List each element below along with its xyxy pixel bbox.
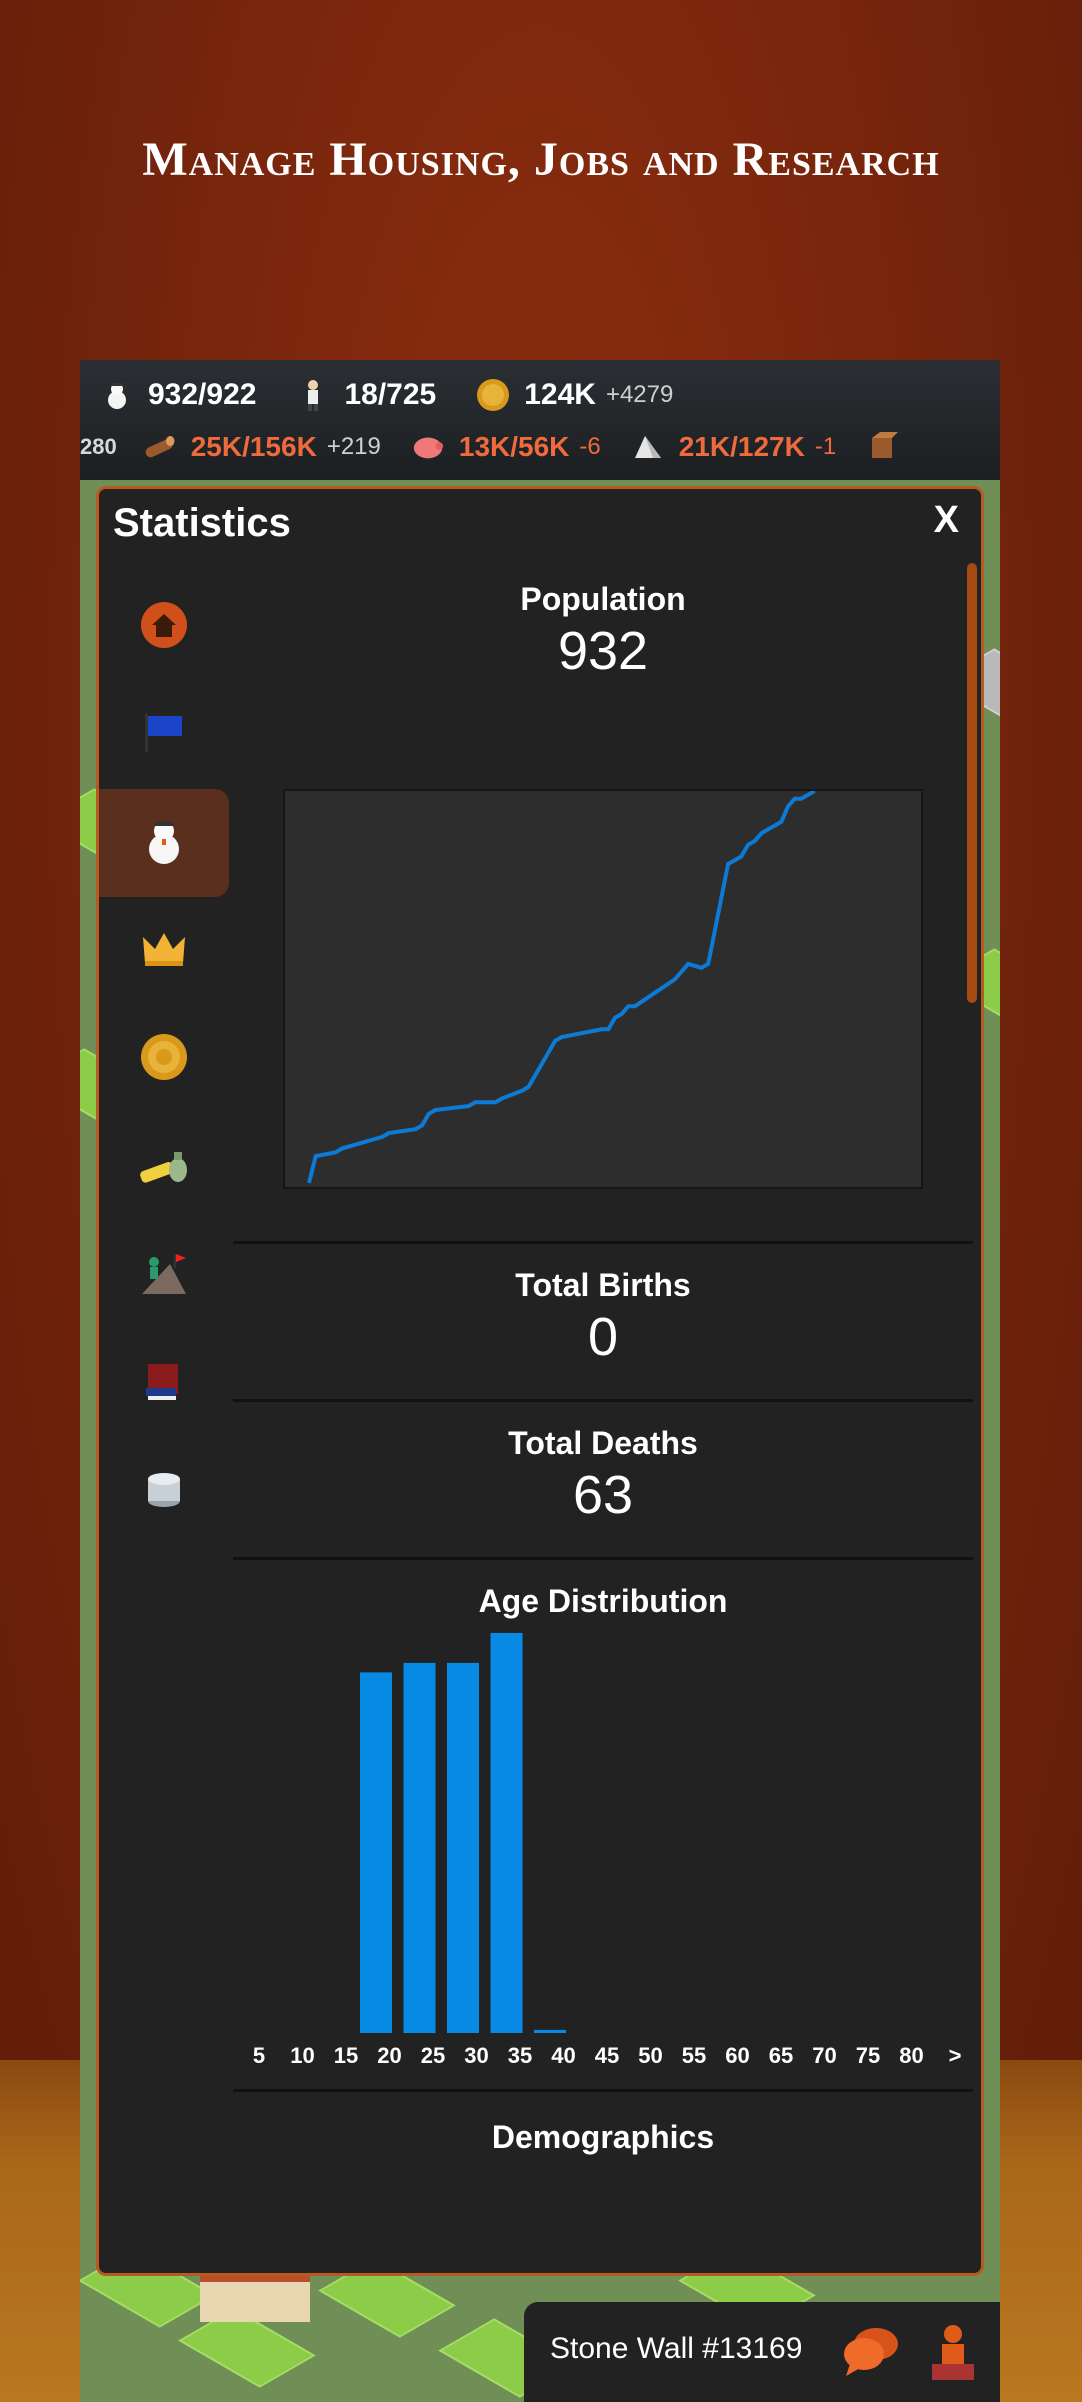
age-distribution-chart [360,1633,566,2033]
stone-resource[interactable]: 21K/127K -1 [631,430,836,464]
promo-headline: Manage Housing, Jobs and Research [142,133,940,186]
tab-resources[interactable] [99,1113,229,1221]
builder-icon[interactable] [930,2320,976,2387]
age-bar-30 [490,1633,523,2033]
tab-treasury[interactable] [99,1437,229,1545]
stone-icon [631,430,665,464]
snowman-icon [100,378,134,412]
selected-building-name: Stone Wall #13169 [550,2332,803,2365]
age-bar-20 [403,1662,436,2033]
age-tick-label: 25 [420,2043,446,2068]
crown-icon [141,929,187,974]
age-bar-35 [534,2029,566,2033]
worker-icon [296,378,330,412]
divider [233,1557,973,1560]
population-resource[interactable]: 932/922 [100,378,256,412]
tab-research[interactable] [99,1329,229,1437]
age-distribution-label: Age Distribution [478,1583,728,1619]
age-tick-label: 65 [768,2043,794,2068]
workers-resource[interactable]: 18/725 [296,378,436,412]
tab-nobility[interactable] [99,897,229,1005]
age-tick-label: 10 [290,2043,315,2068]
population-value: 932 [557,621,649,681]
age-bar-15 [360,1672,392,2033]
age-tick-label: 30 [464,2043,489,2068]
demographics-label: Demographics [491,2119,715,2155]
population-series-line [307,789,816,1184]
chat-bubbles-icon[interactable] [842,2324,900,2383]
next-resource[interactable] [866,430,914,464]
coin-icon [140,1033,188,1086]
panel-title: Statistics [113,501,291,545]
close-button[interactable]: X [934,499,959,542]
tab-housing[interactable] [99,573,229,681]
resource-bar: 932/922 18/725 124K +4279 280 25K/156K +… [80,360,1000,480]
map-building [200,2272,310,2322]
resource-cut-value: 280 [80,434,117,459]
wood-resource[interactable]: 25K/156K +219 [143,430,381,464]
age-tick-label: > [948,2043,962,2068]
total-births-label: Total Births [515,1267,691,1303]
age-tick-label: 20 [377,2043,402,2068]
total-deaths-label: Total Deaths [508,1425,698,1461]
selection-bar[interactable]: Stone Wall #13169 [524,2302,1000,2402]
age-tick-label: 15 [333,2043,359,2068]
tab-economy[interactable] [99,1005,229,1113]
population-chart [283,789,923,1189]
gold-resource[interactable]: 124K +4279 [476,378,673,412]
food-resource[interactable]: 13K/56K -6 [411,430,601,464]
population-label: Population [520,581,686,617]
tab-progress[interactable] [99,1221,229,1329]
tab-population[interactable] [99,789,229,897]
coins-stack-icon [142,1467,186,1516]
age-tick-label: 80 [899,2043,924,2068]
bread-resources-icon [138,1144,190,1191]
age-tick-label: 75 [855,2043,881,2068]
divider [233,1399,973,1402]
age-tick-label: 55 [681,2043,707,2068]
age-tick-label: 50 [638,2043,663,2068]
climber-icon [140,1250,188,1301]
total-births-value: 0 [587,1307,619,1367]
age-tick-label: 60 [725,2043,750,2068]
statistics-panel: Statistics X Population 932 Total Births… [96,486,984,2276]
pig-icon [411,430,445,464]
age-tick-label: 45 [594,2043,620,2068]
tab-territory[interactable] [99,681,229,789]
snowman-icon [142,817,186,870]
divider [233,2089,973,2092]
age-tick-label: 70 [812,2043,837,2068]
age-tick-label: 5 [252,2043,266,2068]
coin-icon [476,378,510,412]
age-tick-label: 40 [551,2043,576,2068]
age-tick-label: 35 [507,2043,533,2068]
game-view[interactable]: 932/922 18/725 124K +4279 280 25K/156K +… [80,360,1000,2402]
total-deaths-value: 63 [572,1465,634,1525]
wood-log-icon [143,430,177,464]
population-chart-svg [307,789,816,1184]
divider [233,1241,973,1244]
flag-icon [141,710,187,761]
age-bar-25 [447,1662,479,2033]
home-icon [140,601,188,654]
brick-icon [866,430,900,464]
books-icon [142,1358,186,1409]
category-tabs [99,573,229,1545]
